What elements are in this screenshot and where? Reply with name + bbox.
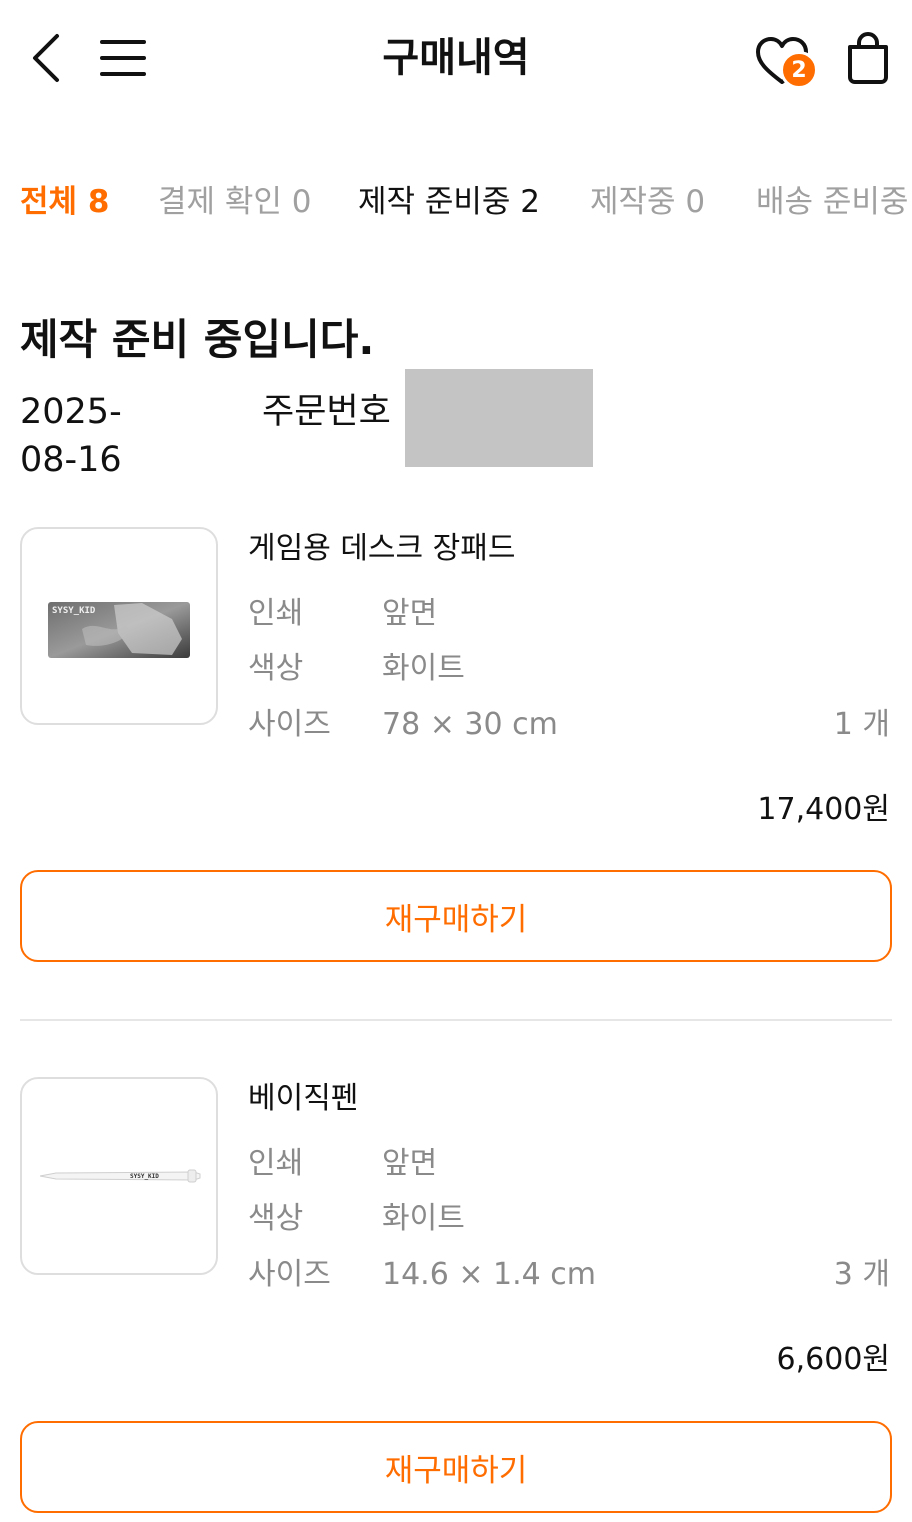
option-label-size: 사이즈 [248,1257,331,1292]
product-quantity: 3 개 [833,1257,890,1292]
product-price: 17,400원 [757,792,890,827]
order-date: 2025-08-16 [20,392,122,480]
back-button[interactable] [20,28,70,88]
tab-in-production[interactable]: 제작중 0 [590,180,705,224]
option-value-print: 앞면 [382,1146,438,1181]
option-label-print: 인쇄 [248,1146,304,1181]
order-status-tabs: 전체 8 결제 확인 0 제작 준비중 2 제작중 0 배송 준비중 [0,170,912,234]
pen-image: SYSY_KID [39,1169,201,1183]
rebuy-button[interactable]: 재구매하기 [20,870,892,962]
product-name: 베이직펜 [248,1081,359,1116]
chevron-left-icon [33,34,59,82]
menu-button[interactable] [96,30,148,86]
product-thumbnail[interactable]: SYSY_KID [20,527,218,725]
rebuy-button[interactable]: 재구매하기 [20,1421,892,1513]
option-value-color: 화이트 [382,651,465,686]
option-value-size: 14.6 × 1.4 cm [382,1257,596,1292]
top-app-bar: 구매내역 2 [0,0,912,115]
order-number-redacted [405,369,593,467]
option-value-size: 78 × 30 cm [382,707,558,742]
tab-payment-confirmed[interactable]: 결제 확인 0 [158,180,312,224]
item-divider [20,1019,892,1021]
product-thumbnail[interactable]: SYSY_KID [20,1077,218,1275]
tab-preparing-shipment[interactable]: 배송 준비중 [756,180,908,224]
product-price: 6,600원 [776,1342,890,1377]
tab-all[interactable]: 전체 8 [20,180,109,224]
hamburger-menu-icon [100,40,146,76]
option-value-color: 화이트 [382,1201,465,1236]
option-label-color: 색상 [248,651,304,686]
option-label-print: 인쇄 [248,596,304,631]
product-name: 게임용 데스크 장패드 [248,531,516,566]
order-number-label: 주문번호 [262,392,391,432]
desk-pad-image: SYSY_KID [48,602,190,658]
option-value-print: 앞면 [382,596,438,631]
product-quantity: 1 개 [833,707,890,742]
wishlist-count-badge: 2 [780,51,818,89]
option-label-size: 사이즈 [248,707,331,742]
tab-preparing-production[interactable]: 제작 준비중 2 [358,180,540,224]
order-status-title: 제작 준비 중입니다. [20,315,375,364]
cart-button[interactable] [840,28,896,88]
shopping-bag-icon [848,31,888,84]
desk-pad-print-text: SYSY_KID [52,606,96,616]
option-label-color: 색상 [248,1201,304,1236]
pen-print-text: SYSY_KID [130,1173,159,1180]
